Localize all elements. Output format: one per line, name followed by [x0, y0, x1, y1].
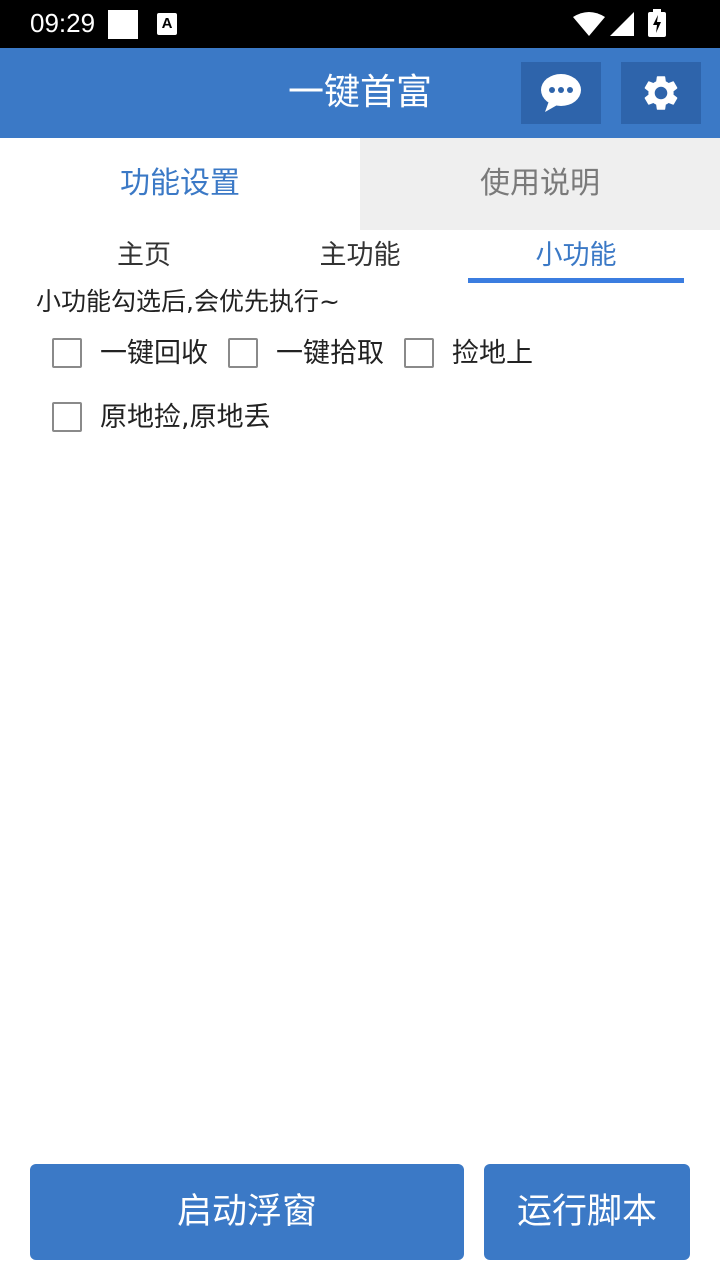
checkbox[interactable] [404, 338, 434, 368]
wifi-icon [573, 12, 605, 36]
subtab-small-functions[interactable]: 小功能 [468, 230, 684, 282]
notification-a-icon: A [157, 13, 177, 35]
checkbox[interactable] [52, 338, 82, 368]
subtab-home[interactable]: 主页 [36, 230, 252, 282]
status-time: 09:29 [30, 8, 96, 38]
battery-charging-icon [648, 9, 666, 37]
run-script-button[interactable]: 运行脚本 [484, 1164, 690, 1260]
chat-button[interactable] [521, 62, 601, 124]
chat-bubble-icon [541, 74, 581, 112]
top-tab-bar: 功能设置 使用说明 [0, 138, 720, 230]
tab-function-settings[interactable]: 功能设置 [0, 138, 360, 230]
option-label: 一键回收 [100, 338, 208, 369]
notification-square-icon [108, 10, 138, 39]
option-one-key-recycle[interactable]: 一键回收 [52, 334, 222, 374]
option-label: 原地捡,原地丢 [100, 402, 271, 433]
status-bar: 09:29 A [0, 0, 720, 48]
hint-text: 小功能勾选后,会优先执行~ [36, 287, 340, 316]
start-float-window-button[interactable]: 启动浮窗 [30, 1164, 464, 1260]
app-bar: 一键首富 [0, 48, 720, 138]
app-title: 一键首富 [287, 72, 432, 113]
option-label: 一键拾取 [276, 338, 384, 369]
option-pick-from-ground[interactable]: 捡地上 [404, 334, 554, 374]
signal-icon [610, 12, 634, 36]
tab-usage-instructions[interactable]: 使用说明 [360, 138, 720, 230]
gear-icon [644, 76, 678, 110]
option-one-key-pickup[interactable]: 一键拾取 [228, 334, 398, 374]
checkbox[interactable] [52, 402, 82, 432]
subtab-active-indicator [468, 278, 684, 283]
option-label: 捡地上 [452, 338, 533, 369]
option-pick-drop-in-place[interactable]: 原地捡,原地丢 [52, 398, 292, 438]
checkbox[interactable] [228, 338, 258, 368]
sub-tab-bar: 主页 主功能 小功能 [0, 230, 720, 286]
subtab-main-functions[interactable]: 主功能 [252, 230, 468, 282]
settings-button[interactable] [621, 62, 701, 124]
